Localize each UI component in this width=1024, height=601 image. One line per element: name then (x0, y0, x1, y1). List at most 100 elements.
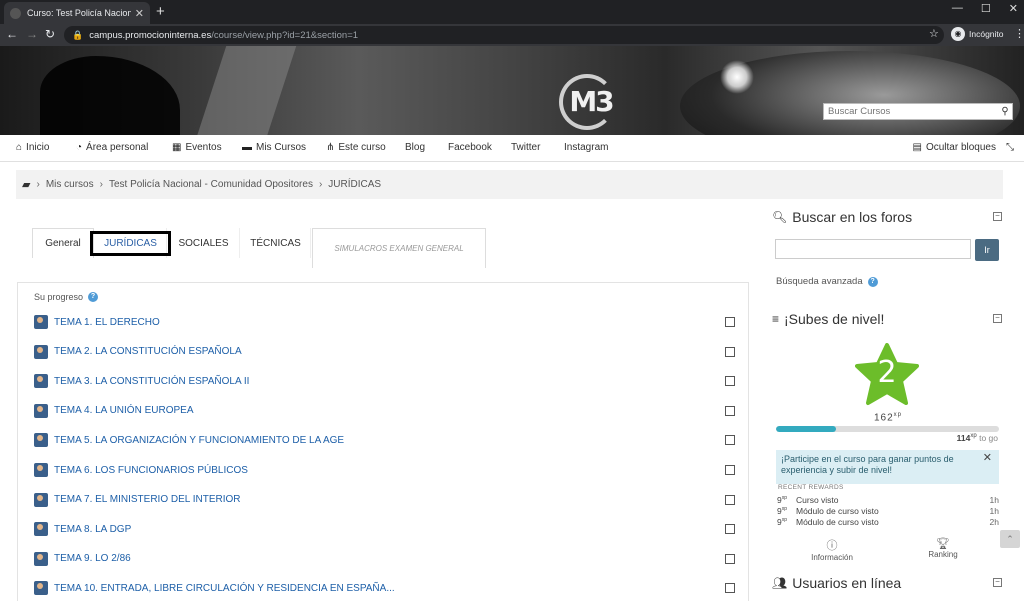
recent-rewards-title: RECENT REWARDS (778, 484, 844, 491)
completion-checkbox[interactable] (725, 553, 735, 564)
collapse-block-icon[interactable]: − (993, 578, 1002, 587)
tab-general[interactable]: General (32, 228, 94, 258)
ranking-label: Ranking (928, 550, 958, 559)
nav-item-twitter[interactable]: Twitter (511, 142, 540, 153)
minimize-icon[interactable]: — (952, 2, 963, 15)
nav-label: Eventos (185, 142, 222, 153)
close-window-icon[interactable]: ✕ (1009, 2, 1018, 15)
search-icon: 🔍︎ (772, 210, 788, 224)
forum-search-input[interactable] (775, 239, 971, 259)
browser-menu-icon[interactable]: ⋮ (1014, 27, 1024, 40)
block-title-text: Buscar en los foros (792, 209, 913, 225)
reward-name: Módulo de curso visto (796, 517, 879, 527)
online-users-block-title: 👥︎ Usuarios en línea (772, 575, 901, 591)
tab-simulacros[interactable]: SIMULACROS EXAMEN GENERAL (312, 228, 486, 268)
nav-item-eventos[interactable]: ▦ Eventos (172, 142, 222, 153)
topic-link[interactable]: TEMA 5. LA ORGANIZACIÓN Y FUNCIONAMIENTO… (54, 435, 725, 446)
topic-icon (34, 433, 48, 448)
completion-checkbox[interactable] (725, 376, 735, 387)
incognito-indicator[interactable]: ◉ Incógnito (951, 27, 1004, 41)
reload-icon[interactable]: ↻ (45, 27, 55, 41)
reward-points: 9xp (777, 506, 796, 516)
scroll-to-top-button[interactable]: ⌃ (1000, 530, 1020, 548)
advanced-search-label: Búsqueda avanzada (776, 276, 863, 287)
topic-link[interactable]: TEMA 2. LA CONSTITUCIÓN ESPAÑOLA (54, 346, 725, 357)
topic-icon (34, 403, 48, 418)
banner-figure (40, 56, 180, 135)
topic-link[interactable]: TEMA 3. LA CONSTITUCIÓN ESPAÑOLA II (54, 376, 725, 387)
folder-icon: ▰ (22, 179, 31, 191)
nav-label: Mis Cursos (256, 142, 307, 153)
info-link[interactable]: ⓘ Información (802, 537, 862, 562)
topic-link[interactable]: TEMA 9. LO 2/86 (54, 553, 725, 564)
section-content: Su progreso ? TEMA 1. EL DERECHO TEMA 2. … (17, 282, 749, 601)
ranking-link[interactable]: 🏆︎ Ranking (913, 537, 973, 559)
topic-icon (34, 581, 48, 596)
nav-item-este-curso[interactable]: ⋔ Este curso (326, 142, 386, 153)
back-icon[interactable]: ← (6, 27, 18, 41)
topic-link[interactable]: TEMA 8. LA DGP (54, 524, 725, 535)
forum-search-block-title: 🔍︎ Buscar en los foros (772, 209, 912, 225)
topic-row: TEMA 2. LA CONSTITUCIÓN ESPAÑOLA (34, 344, 739, 360)
tab-label: General (45, 238, 81, 249)
reward-row: 9xp Curso visto 1h (777, 495, 999, 505)
search-icon[interactable]: ⚲ (998, 106, 1012, 117)
tab-juridicas[interactable]: JURÍDICAS (90, 228, 171, 258)
nav-item-instagram[interactable]: Instagram (564, 142, 608, 153)
topic-row: TEMA 5. LA ORGANIZACIÓN Y FUNCIONAMIENTO… (34, 432, 739, 448)
site-logo[interactable]: M3 (555, 74, 627, 130)
hide-blocks-button[interactable]: ▤ Ocultar bloques ⤡ (913, 142, 1015, 153)
xp-unit: xp (893, 412, 903, 418)
nav-label: Blog (405, 142, 426, 153)
completion-checkbox[interactable] (725, 583, 735, 594)
completion-checkbox[interactable] (725, 317, 735, 327)
nav-label: Twitter (511, 142, 541, 153)
forum-search-button[interactable]: Ir (975, 239, 999, 261)
course-search-input[interactable] (824, 104, 998, 119)
address-bar[interactable]: 🔒 campus.promocioninterna.es /course/vie… (64, 26, 944, 44)
reward-time: 2h (989, 517, 999, 527)
completion-checkbox[interactable] (725, 435, 735, 446)
maximize-icon[interactable]: ☐ (981, 2, 991, 15)
close-icon[interactable]: ✕ (983, 453, 992, 464)
completion-checkbox[interactable] (725, 405, 735, 416)
nav-item-blog[interactable]: Blog (405, 142, 425, 153)
nav-label: Este curso (338, 142, 386, 153)
reward-time: 1h (989, 506, 999, 516)
nav-item-area-personal[interactable]: ◔ Área personal (76, 142, 148, 153)
xp-progress-fill (776, 426, 837, 432)
help-icon[interactable]: ? (867, 276, 878, 287)
bookmark-star-icon[interactable]: ☆ (929, 27, 939, 40)
close-tab-icon[interactable]: ✕ (135, 7, 144, 20)
topic-link[interactable]: TEMA 1. EL DERECHO (54, 317, 725, 328)
level-block-title: ≡ ¡Subes de nivel! (772, 311, 884, 327)
tab-tecnicas[interactable]: TÉCNICAS (241, 228, 311, 258)
xp-unit: xp (781, 517, 788, 524)
topic-link[interactable]: TEMA 10. ENTRADA, LIBRE CIRCULACIÓN Y RE… (54, 583, 725, 594)
nav-label: Instagram (564, 142, 609, 153)
topic-link[interactable]: TEMA 4. LA UNIÓN EUROPEA (54, 405, 725, 416)
completion-checkbox[interactable] (725, 346, 735, 357)
help-icon[interactable]: ? (88, 292, 99, 302)
topic-link[interactable]: TEMA 7. EL MINISTERIO DEL INTERIOR (54, 494, 725, 505)
breadcrumb-item[interactable]: Test Policía Nacional - Comunidad Oposit… (109, 179, 313, 190)
breadcrumb-item[interactable]: JURÍDICAS (328, 179, 381, 190)
browser-tab[interactable]: Curso: Test Policía Nacional - Co ✕ (4, 2, 150, 24)
fullscreen-icon[interactable]: ⤡ (1006, 142, 1014, 153)
completion-checkbox[interactable] (725, 465, 735, 475)
nav-item-mis-cursos[interactable]: ▬ Mis Cursos (242, 142, 306, 153)
topic-icon (34, 315, 48, 329)
collapse-block-icon[interactable]: − (993, 212, 1002, 221)
advanced-search-link[interactable]: Búsqueda avanzada ? (776, 276, 878, 287)
forward-icon[interactable]: → (26, 27, 38, 41)
tab-sociales[interactable]: SOCIALES (168, 228, 240, 258)
new-tab-icon[interactable]: + (156, 3, 165, 20)
completion-checkbox[interactable] (725, 524, 735, 535)
nav-item-inicio[interactable]: ⌂ Inicio (16, 142, 49, 153)
nav-item-facebook[interactable]: Facebook (448, 142, 492, 153)
reward-name: Módulo de curso visto (796, 506, 879, 516)
completion-checkbox[interactable] (725, 494, 735, 505)
topic-link[interactable]: TEMA 6. LOS FUNCIONARIOS PÚBLICOS (54, 465, 725, 476)
collapse-block-icon[interactable]: − (993, 314, 1002, 323)
breadcrumb-item[interactable]: Mis cursos (46, 179, 94, 190)
